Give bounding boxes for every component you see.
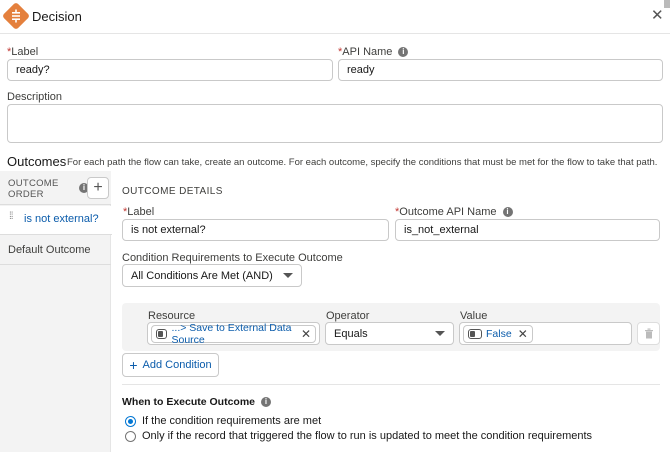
trash-icon (644, 328, 653, 339)
outcome-order-heading: OUTCOME ORDER (8, 178, 59, 200)
info-icon[interactable]: i (502, 207, 513, 218)
add-condition-button[interactable]: + Add Condition (122, 353, 219, 377)
outcome-api-name-input[interactable]: is_not_external (395, 219, 660, 241)
value-label: Value (460, 310, 488, 322)
condition-requirements-select[interactable]: All Conditions Are Met (AND) (122, 264, 302, 287)
remove-icon[interactable]: ✕ (518, 327, 528, 341)
sidebar-item-label[interactable]: is not external? (24, 213, 99, 225)
label-input[interactable]: ready? (7, 59, 333, 81)
chevron-down-icon (435, 331, 445, 336)
add-outcome-button[interactable]: + (87, 177, 109, 199)
description-label: Description (7, 91, 63, 103)
outcomes-title: Outcomes (7, 154, 67, 169)
outcome-label-input[interactable]: is not external? (122, 219, 389, 241)
radio-button[interactable] (125, 415, 136, 427)
remove-icon[interactable]: ✕ (301, 327, 311, 341)
value-input[interactable]: False ✕ (459, 322, 632, 345)
sidebar-item-label[interactable]: Default Outcome (8, 244, 91, 256)
operator-label: Operator (326, 310, 370, 322)
delete-condition-button[interactable] (637, 322, 660, 345)
boolean-icon (468, 328, 482, 339)
scrollbar-thumb[interactable] (664, 0, 670, 8)
outcome-api-name-label: *Outcome API Name i (395, 206, 513, 218)
plus-icon: + (129, 357, 138, 373)
modal-title: Decision (32, 9, 82, 24)
label-field-label: *Label (7, 46, 39, 58)
chevron-down-icon (283, 273, 293, 278)
drag-handle-icon[interactable]: ⁞⁞ (9, 212, 13, 222)
outcomes-description: For each path the flow can take, create … (67, 157, 658, 168)
radio-button[interactable] (125, 430, 136, 442)
operator-select[interactable]: Equals (325, 322, 454, 345)
boolean-icon (156, 328, 168, 339)
when-to-execute-title: When to Execute Outcome i (122, 396, 272, 408)
resource-label: Resource (148, 310, 196, 322)
divider (122, 384, 660, 385)
resource-pill[interactable]: ...> Save to External Data Source ✕ (151, 322, 316, 346)
outcome-details-title: OUTCOME DETAILS (122, 186, 223, 197)
info-icon[interactable]: i (398, 47, 409, 58)
condition-requirements-label: Condition Requirements to Execute Outcom… (122, 252, 343, 264)
value-pill[interactable]: False ✕ (463, 324, 533, 343)
api-name-input[interactable]: ready (338, 59, 663, 81)
description-textarea[interactable] (7, 104, 663, 143)
resource-input[interactable]: ...> Save to External Data Source ✕ (147, 322, 320, 346)
info-icon[interactable]: i (261, 397, 272, 408)
decision-glyph-icon (12, 9, 20, 23)
modal-header (0, 0, 670, 34)
radio-option-condition-met[interactable]: If the condition requirements are met (125, 415, 321, 427)
api-name-field-label: *API Name i (338, 46, 409, 58)
close-icon[interactable]: ✕ (651, 8, 664, 24)
outcome-label-field-label: *Label (123, 206, 155, 218)
radio-option-record-updated[interactable]: Only if the record that triggered the fl… (125, 430, 592, 442)
